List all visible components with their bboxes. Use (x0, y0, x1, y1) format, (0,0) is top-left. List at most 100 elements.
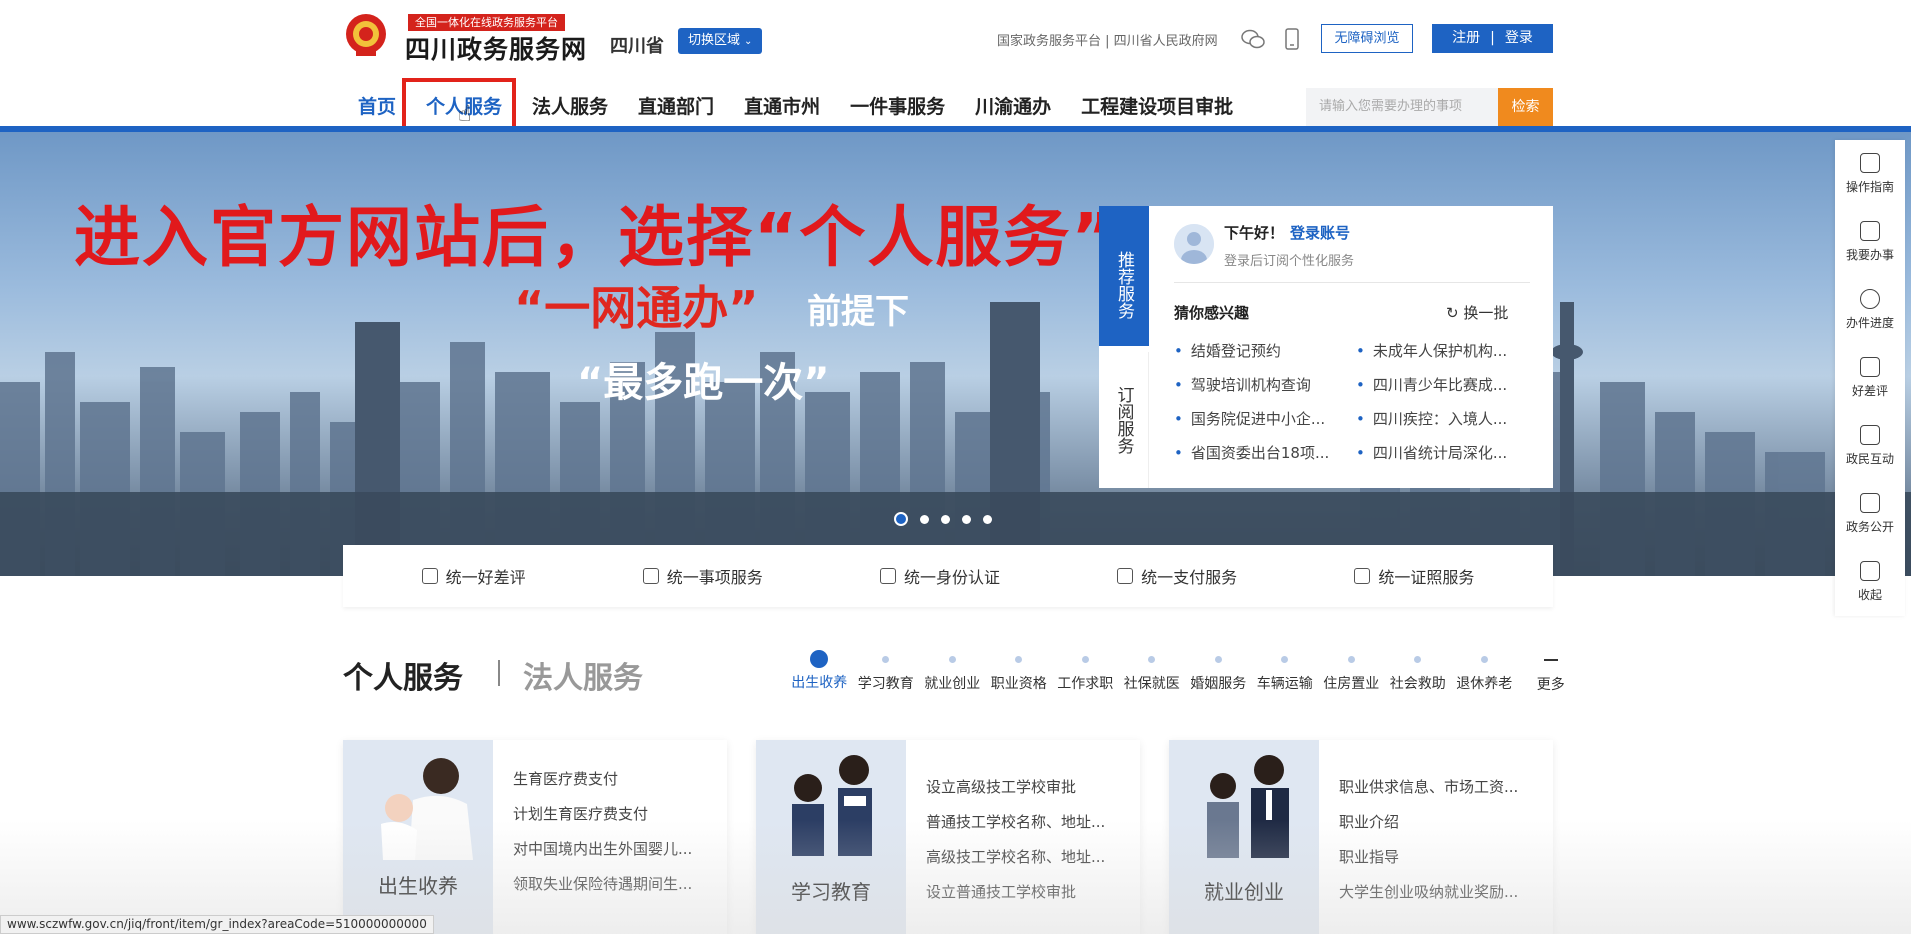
card-link[interactable]: 生育医疗费支付 (513, 768, 692, 789)
category-education[interactable]: 学习教育 (853, 650, 920, 694)
card-links: 设立高级技工学校审批 普通技工学校名称、地址... 高级技工学校名称、地址...… (926, 776, 1105, 902)
strip-label: 统一证照服务 (1378, 568, 1475, 587)
category-social-security[interactable]: 社保就医 (1119, 650, 1186, 694)
card-link[interactable]: 职业指导 (1339, 846, 1518, 867)
category-housing[interactable]: 住房置业 (1318, 650, 1385, 694)
tab-personal-services[interactable]: 个人服务 (343, 653, 463, 697)
sidebar-item-progress[interactable]: 办件进度 (1835, 276, 1905, 344)
nav-legal-service[interactable]: 法人服务 (532, 92, 608, 122)
sidebar-item-rating[interactable]: 好差评 (1835, 344, 1905, 412)
unified-license-link[interactable]: 统一证照服务 (1354, 564, 1474, 588)
category-job-seeking[interactable]: 工作求职 (1052, 650, 1119, 694)
tab-legal-services[interactable]: 法人服务 (523, 653, 643, 697)
interest-item[interactable]: 未成年人保护机构... (1356, 340, 1538, 361)
card-link[interactable]: 职业介绍 (1339, 811, 1518, 832)
accessibility-button[interactable]: 无障碍浏览 (1321, 24, 1413, 53)
sidebar-label: 政务公开 (1845, 520, 1894, 534)
category-label: 社会救助 (1389, 676, 1446, 692)
interest-item[interactable]: 四川青少年比赛成... (1356, 374, 1538, 395)
category-retirement[interactable]: 退休养老 (1451, 650, 1518, 694)
nav-cities[interactable]: 直通市州 (744, 92, 820, 122)
nav-departments[interactable]: 直通部门 (638, 92, 714, 122)
category-vehicles[interactable]: 车辆运输 (1252, 650, 1319, 694)
hero-banner[interactable]: 进入官方网站后，选择“个人服务” “一网通办” 前提下 “最多跑一次” (0, 132, 1911, 576)
site-title[interactable]: 四川政务服务网 (405, 30, 587, 66)
carousel-dot[interactable] (941, 514, 950, 524)
login-link[interactable]: 登录 (1505, 24, 1533, 53)
mother-baby-image (343, 740, 493, 934)
category-dot (1214, 656, 1222, 663)
unified-identity-link[interactable]: 统一身份认证 (879, 564, 1000, 588)
category-birth-adoption[interactable]: 出生收养 (786, 650, 853, 694)
card-title[interactable]: 就业创业 (1169, 876, 1319, 905)
interest-item[interactable]: 省国资委出台18项... (1174, 442, 1356, 463)
category-qualification[interactable]: 职业资格 (986, 650, 1053, 694)
carousel-dot[interactable] (920, 514, 929, 524)
search-button[interactable]: 检索 (1498, 88, 1553, 126)
nav-one-thing-service[interactable]: 一件事服务 (850, 92, 945, 122)
banner-slogan-white: 前提下 (807, 292, 909, 332)
sidebar-item-do-business[interactable]: 我要办事 (1835, 208, 1905, 276)
card-title[interactable]: 出生收养 (343, 870, 493, 899)
card-link[interactable]: 领取失业保险待遇期间生... (513, 873, 692, 894)
payment-icon (1117, 568, 1134, 584)
tab-recommended-services[interactable]: 推荐服务 (1099, 206, 1149, 346)
interest-item[interactable]: 驾驶培训机构查询 (1174, 374, 1356, 395)
status-url-bar: www.sczwfw.gov.cn/jiq/front/item/gr_inde… (0, 915, 434, 934)
card-link[interactable]: 大学生创业吸纳就业奖励... (1339, 881, 1518, 902)
category-marriage[interactable]: 婚姻服务 (1185, 650, 1252, 694)
refresh-button[interactable]: ↻ 换一批 (1446, 302, 1508, 323)
unified-matter-service-link[interactable]: 统一事项服务 (642, 564, 763, 588)
carousel-dot[interactable] (962, 514, 971, 524)
guide-icon (1860, 153, 1880, 173)
interest-item[interactable]: 四川疾控：入境人... (1356, 408, 1538, 429)
unified-rating-link[interactable]: 统一好差评 (421, 564, 526, 588)
user-avatar-icon[interactable] (1174, 224, 1214, 264)
sidebar-item-collapse[interactable]: 收起 (1835, 548, 1905, 616)
search-input[interactable]: 请输入您需要办理的事项 (1306, 88, 1498, 126)
carousel-dot[interactable] (894, 512, 908, 526)
interest-item[interactable]: 国务院促进中小企... (1174, 408, 1356, 429)
mobile-app-icon[interactable] (1284, 28, 1300, 50)
category-label: 出生收养 (791, 675, 848, 691)
recommend-panel: 推荐服务 订阅服务 下午好！ 登录账号 登录后订阅个性化服务 猜你感兴趣 ↻ 换一… (1099, 206, 1553, 488)
greeting-text: 下午好！ (1224, 224, 1285, 242)
category-employment[interactable]: 就业创业 (919, 650, 986, 694)
nav-home[interactable]: 首页 (358, 92, 397, 134)
list-icon (1860, 221, 1880, 241)
category-social-relief[interactable]: 社会救助 (1385, 650, 1452, 694)
card-link[interactable]: 普通技工学校名称、地址... (926, 811, 1105, 832)
sidebar-item-guide[interactable]: 操作指南 (1835, 140, 1905, 208)
category-dot (1015, 656, 1023, 663)
category-dot (1347, 656, 1355, 663)
sidebar-label: 政民互动 (1845, 452, 1894, 466)
card-links: 生育医疗费支付 计划生育医疗费支付 对中国境内出生外国婴儿... 领取失业保险待… (513, 768, 692, 894)
sidebar-item-disclosure[interactable]: 政务公开 (1835, 480, 1905, 548)
nav-sichuan-chongqing[interactable]: 川渝通办 (975, 92, 1051, 122)
login-account-link[interactable]: 登录账号 (1290, 224, 1350, 242)
category-dot (1281, 656, 1289, 663)
nav-construction-approval[interactable]: 工程建设项目审批 (1081, 92, 1233, 122)
card-title[interactable]: 学习教育 (756, 876, 906, 905)
card-link[interactable]: 设立普通技工学校审批 (926, 881, 1105, 902)
interest-item[interactable]: 四川省统计局深化... (1356, 442, 1538, 463)
category-dot (1414, 656, 1422, 663)
category-more[interactable]: 更多 (1518, 650, 1585, 694)
card-link[interactable]: 对中国境内出生外国婴儿... (513, 838, 692, 859)
card-link[interactable]: 设立高级技工学校审批 (926, 776, 1105, 797)
register-link[interactable]: 注册 (1452, 24, 1480, 53)
wechat-icon[interactable] (1240, 28, 1266, 50)
carousel-dots (894, 512, 992, 526)
switch-region-button[interactable]: 切换区域 ⌄ (678, 28, 763, 54)
card-link[interactable]: 职业供求信息、市场工资... (1339, 776, 1518, 797)
card-link[interactable]: 计划生育医疗费支付 (513, 803, 692, 824)
carousel-dot[interactable] (983, 514, 992, 524)
tab-subscribed-services[interactable]: 订阅服务 (1099, 352, 1149, 488)
card-link[interactable]: 高级技工学校名称、地址... (926, 846, 1105, 867)
top-links[interactable]: 国家政务服务平台 | 四川省人民政府网 (997, 30, 1218, 49)
unified-payment-link[interactable]: 统一支付服务 (1117, 564, 1237, 588)
floating-sidebar: 操作指南 我要办事 办件进度 好差评 政民互动 政务公开 收起 (1835, 140, 1905, 616)
sidebar-item-interaction[interactable]: 政民互动 (1835, 412, 1905, 480)
interest-item[interactable]: 结婚登记预约 (1174, 340, 1356, 361)
site-header: 全国一体化在线政务服务平台 四川政务服务网 四川省 切换区域 ⌄ 国家政务服务平台… (0, 0, 1911, 154)
